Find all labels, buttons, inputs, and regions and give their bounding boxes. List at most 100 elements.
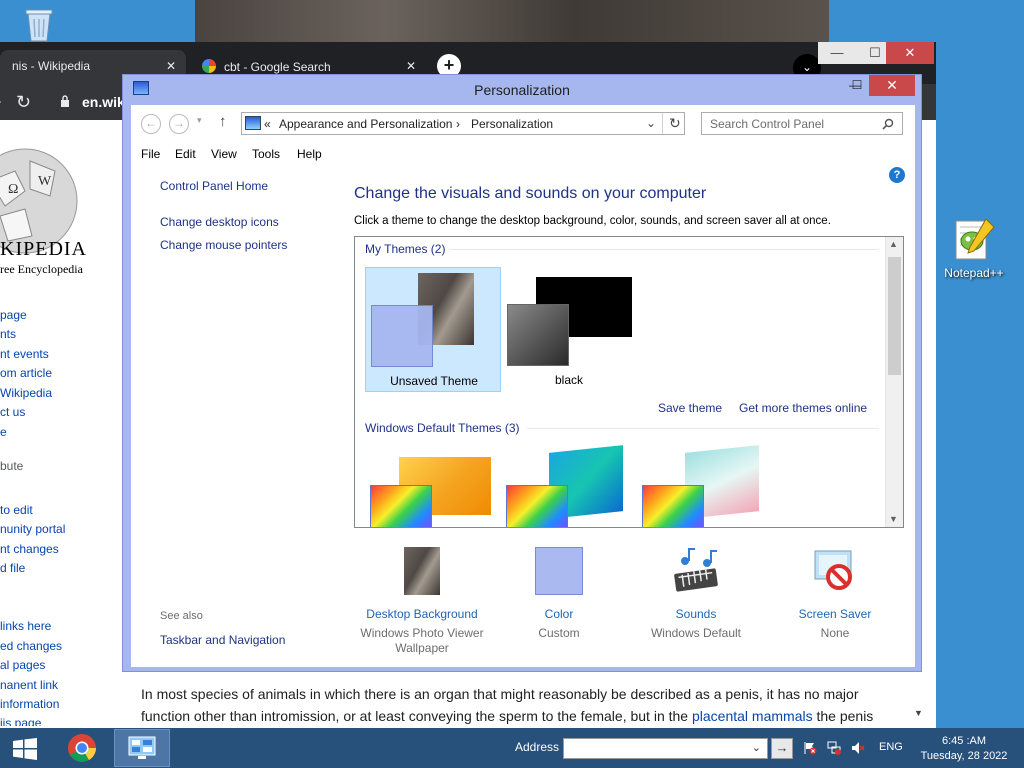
reload-icon[interactable]: ↻ (16, 92, 31, 113)
theme-tile-black[interactable]: black (505, 267, 641, 392)
chrome-taskbar-icon[interactable] (62, 730, 102, 766)
network-icon[interactable] (827, 741, 841, 755)
recent-locations-chevron-icon[interactable]: ▾ (197, 115, 202, 126)
close-tab-icon[interactable]: ✕ (406, 59, 416, 73)
action-center-flag-icon[interactable] (803, 741, 817, 755)
taskbar-address-input[interactable]: ⌄ (563, 738, 768, 759)
url-text[interactable]: en.wik (82, 94, 125, 110)
menu-bar: File Edit View Tools Help (131, 145, 915, 165)
sounds-item[interactable]: Sounds Windows Default (641, 547, 751, 641)
wiki-page-link[interactable]: nanent link (0, 678, 58, 692)
wiki-tool-link[interactable]: nt changes (0, 542, 59, 556)
address-bar[interactable]: « Appearance and Personalization › Perso… (241, 112, 685, 135)
wiki-nav-link[interactable]: ct us (0, 405, 25, 419)
search-icon[interactable] (882, 118, 894, 130)
notepad-plus-plus-icon[interactable] (950, 215, 998, 263)
wiki-nav-link[interactable]: nts (0, 327, 16, 341)
wiki-page-link[interactable]: al pages (0, 658, 45, 672)
color-label[interactable]: Color (509, 607, 609, 621)
change-desktop-icons-link[interactable]: Change desktop icons (160, 215, 279, 229)
wiki-nav-link[interactable]: e (0, 425, 7, 439)
help-icon[interactable]: ? (889, 167, 905, 183)
sounds-label[interactable]: Sounds (641, 607, 751, 621)
sounds-value: Windows Default (650, 626, 742, 640)
my-themes-header[interactable]: My Themes (2) (365, 242, 445, 256)
get-more-themes-link[interactable]: Get more themes online (739, 401, 867, 415)
theme-tile-windows[interactable] (369, 449, 493, 527)
wiki-tool-link[interactable]: to edit (0, 503, 33, 517)
search-control-panel-field[interactable]: Search Control Panel (701, 112, 903, 135)
breadcrumb-separator[interactable]: › (456, 117, 460, 131)
address-go-button[interactable]: → (771, 738, 793, 759)
theme-tile-unsaved[interactable]: Unsaved Theme (365, 267, 501, 392)
chevron-down-icon[interactable]: ⌄ (752, 741, 761, 754)
wiki-page-link[interactable]: iis page (0, 716, 41, 726)
notepad-plus-plus-label[interactable]: Notepad++ (934, 266, 1014, 280)
wiki-nav-link[interactable]: nt events (0, 347, 49, 361)
maximize-icon[interactable]: ☐ (843, 75, 871, 96)
menu-help[interactable]: Help (297, 147, 322, 161)
wiki-tool-link[interactable]: nunity portal (0, 522, 65, 536)
forward-arrow-icon[interactable]: › (0, 93, 1, 111)
desktop-wallpaper-strip (195, 0, 829, 42)
address-dropdown-chevron-icon[interactable]: ⌄ (646, 116, 656, 130)
refresh-icon[interactable]: ↻ (669, 115, 681, 132)
screen-saver-label[interactable]: Screen Saver (785, 607, 885, 621)
control-panel-taskbar-button[interactable] (114, 729, 170, 767)
close-icon[interactable]: ✕ (886, 42, 934, 64)
theme-tile-lines-colors[interactable] (505, 445, 629, 527)
theme-tile-flowers[interactable] (641, 445, 765, 527)
close-icon[interactable]: ✕ (869, 75, 915, 96)
navigation-bar: ← → ▾ ↑ « Appearance and Personalization… (131, 105, 915, 141)
scroll-up-arrow-icon[interactable]: ▲ (889, 239, 898, 249)
breadcrumb-appearance[interactable]: Appearance and Personalization (279, 117, 452, 131)
volume-muted-icon[interactable] (851, 741, 865, 755)
scroll-down-arrow-icon[interactable]: ▼ (914, 708, 923, 718)
menu-edit[interactable]: Edit (175, 147, 196, 161)
color-item[interactable]: Color Custom (509, 547, 609, 641)
up-arrow-icon[interactable]: ↑ (219, 113, 227, 130)
sounds-icon (674, 548, 718, 592)
back-arrow-icon[interactable]: ← (141, 114, 161, 134)
scrollbar-thumb[interactable] (888, 257, 901, 375)
save-theme-link[interactable]: Save theme (658, 401, 722, 415)
page-subheading: Click a theme to change the desktop back… (354, 215, 831, 227)
wiki-page-link[interactable]: ed changes (0, 639, 62, 653)
screen-saver-value: None (820, 626, 850, 640)
desktop-background-item[interactable]: Desktop Background Windows Photo Viewer … (357, 547, 487, 656)
search-placeholder: Search Control Panel (710, 117, 825, 131)
close-tab-icon[interactable]: ✕ (166, 59, 176, 73)
wiki-tool-link[interactable]: d file (0, 561, 25, 575)
taskbar: Address ⌄ → ENG 6:45 :AM Tuesday, 28 202… (0, 728, 1024, 768)
wiki-nav-link[interactable]: page (0, 308, 27, 322)
scroll-down-arrow-icon[interactable]: ▼ (889, 514, 898, 524)
theme-list: My Themes (2) Unsaved Theme black Save t… (354, 236, 904, 528)
menu-tools[interactable]: Tools (252, 147, 280, 161)
theme-color-swatch (506, 485, 568, 527)
theme-list-scrollbar[interactable] (885, 237, 903, 527)
windows-start-icon[interactable] (12, 738, 38, 760)
control-panel-home-link[interactable]: Control Panel Home (160, 179, 268, 193)
default-themes-header[interactable]: Windows Default Themes (3) (365, 421, 520, 435)
wiki-page-link[interactable]: information (0, 697, 59, 711)
breadcrumb-personalization[interactable]: Personalization (471, 117, 553, 131)
title-bar[interactable]: Personalization — ✕ (123, 75, 921, 105)
system-clock[interactable]: 6:45 :AM Tuesday, 28 2022 (914, 734, 1014, 764)
breadcrumb-overflow[interactable]: « (264, 117, 271, 131)
recycle-bin-icon[interactable] (20, 5, 58, 43)
language-indicator[interactable]: ENG (879, 741, 903, 753)
forward-arrow-icon[interactable]: → (169, 114, 189, 134)
placental-mammals-link[interactable]: placental mammals (692, 708, 813, 724)
change-mouse-pointers-link[interactable]: Change mouse pointers (160, 238, 287, 252)
see-also-heading: See also (160, 610, 203, 622)
taskbar-navigation-link[interactable]: Taskbar and Navigation (160, 633, 285, 647)
wiki-nav-link[interactable]: Wikipedia (0, 386, 52, 400)
desktop-background-label[interactable]: Desktop Background (357, 607, 487, 621)
wiki-page-link[interactable]: links here (0, 619, 51, 633)
screen-saver-item[interactable]: Screen Saver None (785, 547, 885, 641)
clock-date: Tuesday, 28 2022 (920, 750, 1008, 762)
menu-file[interactable]: File (141, 147, 160, 161)
wiki-nav-link[interactable]: om article (0, 366, 52, 380)
menu-view[interactable]: View (211, 147, 237, 161)
minimize-icon[interactable]: — (818, 42, 856, 64)
